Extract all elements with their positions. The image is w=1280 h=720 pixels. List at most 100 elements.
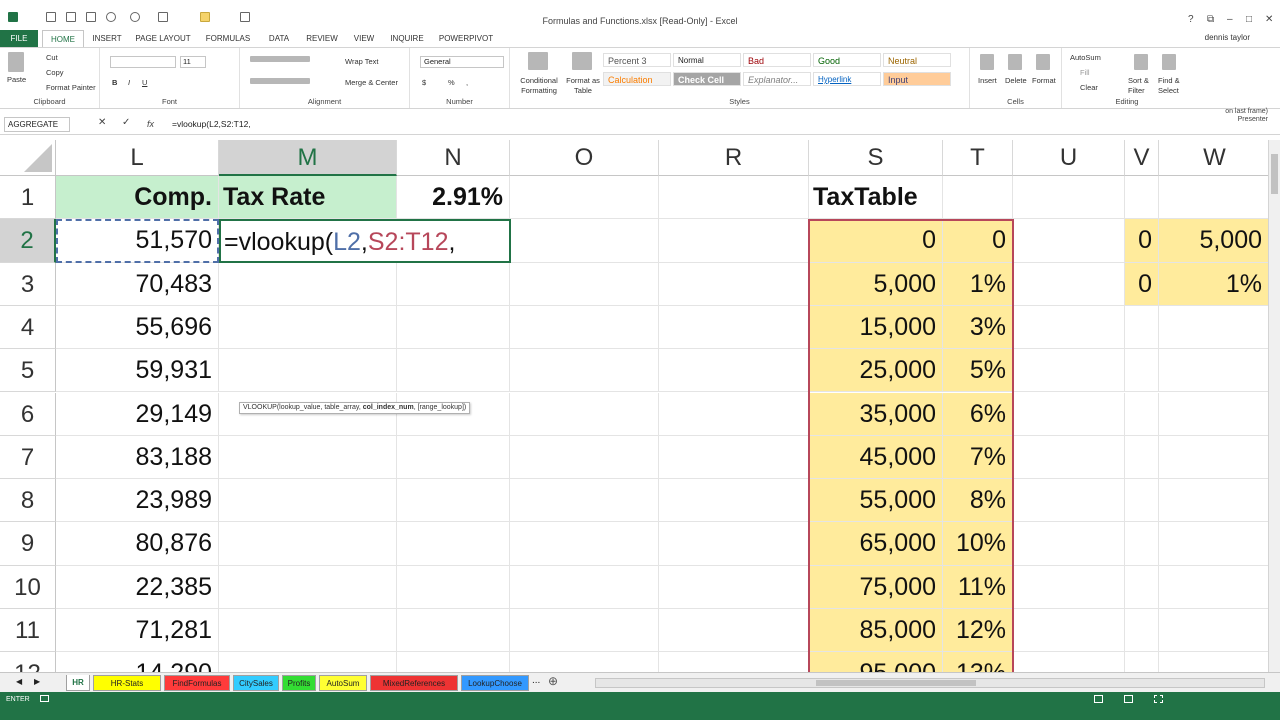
cell-O4[interactable]	[510, 305, 659, 350]
name-box[interactable]: AGGREGATE	[4, 117, 70, 132]
active-cell-editor[interactable]: =vlookup(L2,S2:T12,	[219, 219, 511, 263]
tab-powerpivot[interactable]: POWERPIVOT	[434, 30, 498, 47]
cell-R3[interactable]	[659, 262, 809, 306]
format-as-table-button[interactable]: Format as Table	[564, 76, 602, 96]
cell-V4[interactable]	[1125, 305, 1159, 350]
cell-U9[interactable]	[1013, 522, 1125, 566]
cell-O12[interactable]	[510, 652, 659, 672]
find-select-button[interactable]: Find & Select	[1158, 76, 1188, 96]
maximize-button[interactable]: □	[1246, 14, 1252, 25]
cell-R2[interactable]	[659, 219, 809, 263]
clear-button[interactable]: Clear	[1080, 83, 1098, 92]
cell-U12[interactable]	[1013, 652, 1125, 672]
sheet-tab-hr-stats[interactable]: HR-Stats	[93, 675, 161, 691]
more-sheets-button[interactable]: ...	[532, 675, 540, 686]
header-tax-rate[interactable]: Tax Rate	[219, 176, 397, 220]
cell-W4[interactable]	[1159, 306, 1268, 350]
percent-button[interactable]: %	[448, 78, 455, 87]
format-painter-button[interactable]: Format Painter	[46, 83, 96, 92]
cell-M6[interactable]	[219, 392, 397, 436]
cell-M9[interactable]	[219, 522, 397, 566]
cell-O7[interactable]	[510, 435, 659, 480]
cell-R5[interactable]	[659, 349, 809, 393]
cell-N4[interactable]	[397, 305, 510, 350]
cell-U6[interactable]	[1013, 392, 1125, 436]
cell-O5[interactable]	[510, 349, 659, 393]
cell-W6[interactable]	[1159, 393, 1268, 436]
wrap-text-button[interactable]: Wrap Text	[345, 57, 379, 66]
sort-filter-icon[interactable]	[1134, 54, 1148, 70]
cell-R12[interactable]	[659, 652, 809, 672]
cell-R11[interactable]	[659, 609, 809, 653]
cell-O3[interactable]	[510, 262, 659, 306]
comp-value[interactable]: 55,696	[56, 305, 219, 350]
font-name-select[interactable]	[110, 56, 176, 68]
comp-value[interactable]: 80,876	[56, 522, 219, 566]
cell-V9[interactable]	[1125, 522, 1159, 566]
horizontal-scroll-thumb[interactable]	[816, 680, 976, 686]
cut-button[interactable]: Cut	[46, 53, 58, 62]
font-size-select[interactable]: 11	[180, 56, 206, 68]
comp-value[interactable]: 59,931	[56, 349, 219, 393]
copy-button[interactable]: Copy	[46, 68, 64, 77]
cell-U2[interactable]	[1013, 219, 1125, 263]
cell-W12[interactable]	[1159, 652, 1268, 672]
cell-N3[interactable]	[397, 262, 510, 306]
cell-V1[interactable]	[1125, 176, 1159, 220]
insert-cells-icon[interactable]	[980, 54, 994, 70]
cell-N6[interactable]	[397, 392, 510, 436]
formula-input[interactable]: =vlookup(L2,S2:T12,	[172, 119, 251, 129]
cell-W9[interactable]	[1159, 522, 1268, 566]
cell-W10[interactable]	[1159, 566, 1268, 609]
tab-inquire[interactable]: INQUIRE	[386, 30, 428, 47]
cell-V11[interactable]	[1125, 609, 1159, 653]
page-break-view-icon[interactable]	[1154, 695, 1163, 703]
column-header-T[interactable]: T	[943, 140, 1013, 176]
cell-N8[interactable]	[397, 479, 510, 523]
cell-U1[interactable]	[1013, 176, 1125, 220]
vertical-scroll-thumb[interactable]	[1271, 154, 1278, 194]
cell-R7[interactable]	[659, 435, 809, 480]
style-explanatory[interactable]: Explanator...	[743, 72, 811, 86]
align-top-icon[interactable]	[250, 56, 310, 62]
tab-home[interactable]: HOME	[42, 30, 84, 47]
enter-button[interactable]: ✓	[122, 117, 130, 128]
ribbon-display-button[interactable]: ⧉	[1207, 14, 1214, 25]
cell-N12[interactable]	[397, 652, 510, 672]
format-button[interactable]: Format	[1032, 76, 1056, 85]
prev-sheet-icon[interactable]: ◀	[16, 677, 22, 686]
cell-W5[interactable]	[1159, 349, 1268, 393]
row-header-3[interactable]: 3	[0, 262, 56, 306]
cell-R1[interactable]	[659, 176, 809, 220]
cell-U5[interactable]	[1013, 349, 1125, 393]
next-sheet-icon[interactable]: ▶	[34, 677, 40, 686]
autosum-button[interactable]: AutoSum	[1070, 53, 1101, 62]
cell-V12[interactable]	[1125, 652, 1159, 672]
cell-U10[interactable]	[1013, 565, 1125, 609]
cell-W11[interactable]	[1159, 609, 1268, 653]
comp-value[interactable]: 22,385	[56, 565, 219, 609]
cell-U8[interactable]	[1013, 479, 1125, 523]
cell-V8[interactable]	[1125, 479, 1159, 523]
sheet-tab-findformulas[interactable]: FindFormulas	[164, 675, 230, 691]
normal-view-icon[interactable]	[1094, 695, 1103, 703]
cell-M4[interactable]	[219, 305, 397, 350]
cell-U4[interactable]	[1013, 305, 1125, 350]
conditional-formatting-button[interactable]: Conditional Formatting	[514, 76, 564, 96]
cell-O2[interactable]	[510, 219, 659, 263]
delete-cells-icon[interactable]	[1008, 54, 1022, 70]
row-header-7[interactable]: 7	[0, 435, 56, 480]
tab-formulas[interactable]: FORMULAS	[200, 30, 256, 47]
tax-rate-value[interactable]: 2.91%	[397, 176, 510, 220]
cell-V2-value[interactable]: 0	[1125, 219, 1159, 263]
cell-V10[interactable]	[1125, 565, 1159, 609]
row-header-2[interactable]: 2	[0, 219, 56, 263]
merge-center-button[interactable]: Merge & Center	[345, 78, 398, 87]
style-neutral[interactable]: Neutral	[883, 53, 951, 67]
cell-U7[interactable]	[1013, 435, 1125, 480]
cell-M7[interactable]	[219, 435, 397, 480]
row-header-6[interactable]: 6	[0, 392, 56, 436]
column-header-V[interactable]: V	[1125, 140, 1159, 176]
cell-W3-value[interactable]: 1%	[1159, 262, 1268, 306]
column-header-O[interactable]: O	[510, 140, 659, 176]
